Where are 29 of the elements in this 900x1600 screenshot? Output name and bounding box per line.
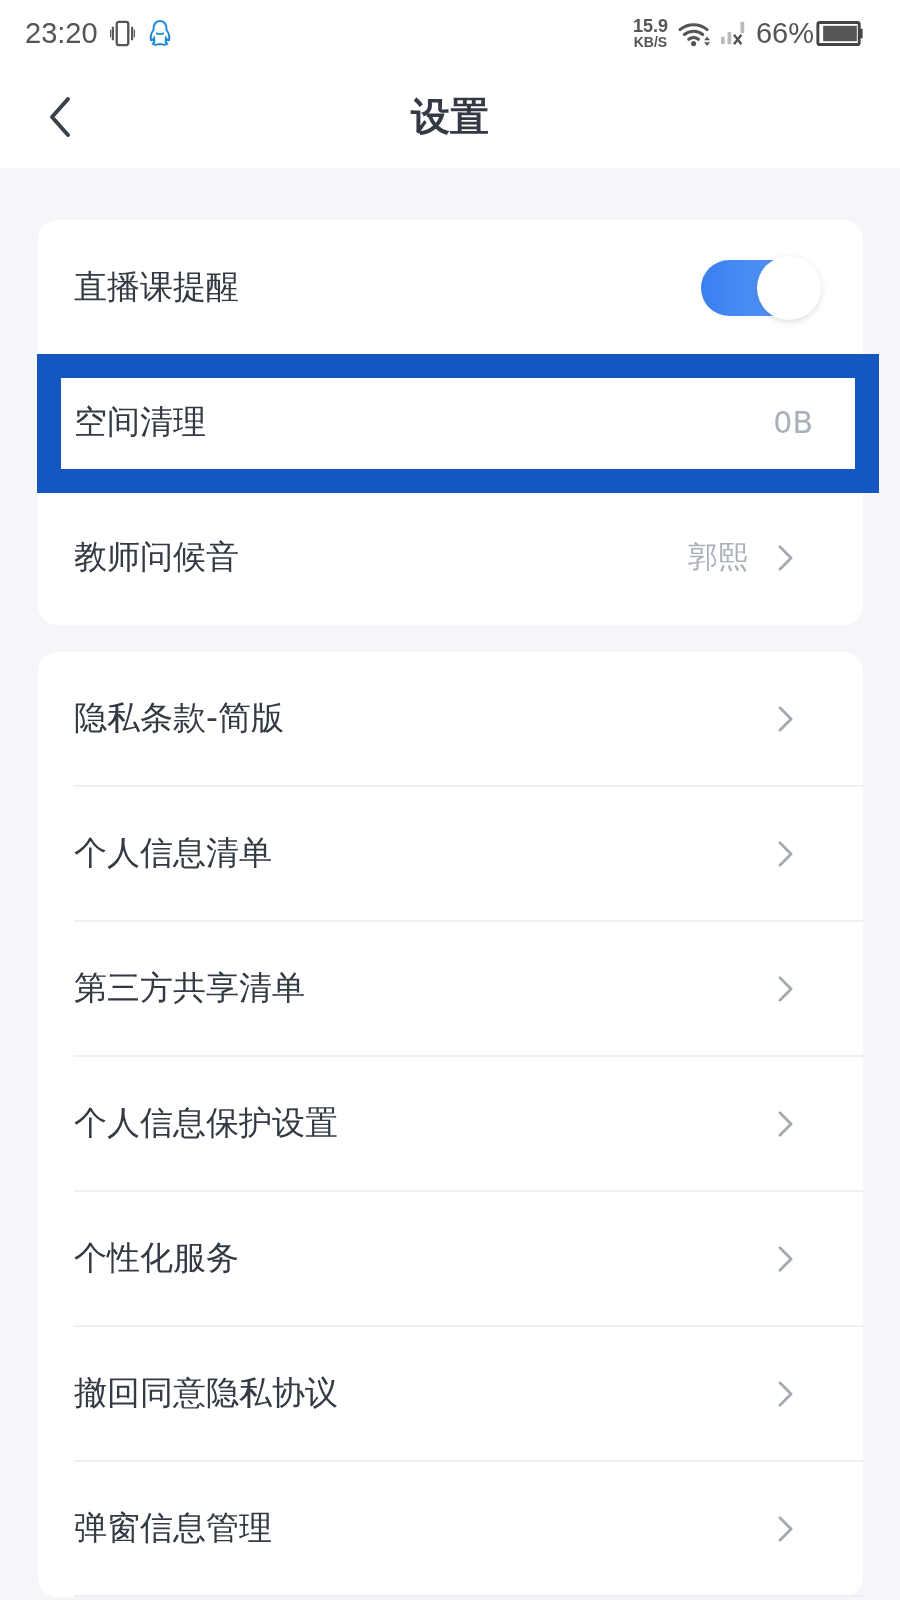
chevron-right-icon[interactable] <box>778 975 793 1002</box>
battery-icon <box>816 20 863 46</box>
setting-label: 撤回同意隐私协议 <box>74 1372 338 1414</box>
setting-value: 0B <box>773 405 813 440</box>
setting-label: 个人信息清单 <box>74 832 272 874</box>
chevron-right-icon[interactable] <box>778 1110 793 1137</box>
setting-label: 个人信息保护设置 <box>74 1102 338 1144</box>
status-time: 23:20 <box>25 16 98 50</box>
setting-label: 个性化服务 <box>74 1237 239 1279</box>
vibrate-icon <box>109 19 135 47</box>
chevron-right-icon[interactable] <box>778 1515 793 1542</box>
chevron-right-icon[interactable] <box>778 840 793 867</box>
page-title: 设置 <box>411 93 489 141</box>
setting-label: 教师问候音 <box>74 536 239 578</box>
back-icon <box>48 96 72 138</box>
chevron-right-icon[interactable] <box>778 544 793 571</box>
penguin-icon <box>147 19 172 47</box>
network-speed: 15.9 <box>632 17 668 35</box>
chevron-right-icon[interactable] <box>778 705 793 732</box>
setting-label: 直播课提醒 <box>74 266 239 308</box>
setting-label: 第三方共享清单 <box>74 967 305 1009</box>
battery-percent: 66% <box>755 16 814 50</box>
setting-label: 弹窗信息管理 <box>74 1507 272 1549</box>
setting-value: 郭熙 <box>688 538 748 576</box>
network-speed-unit: KB/S <box>633 35 668 49</box>
setting-label: 隐私条款-简版 <box>74 697 284 739</box>
chevron-right-icon[interactable] <box>778 1245 793 1272</box>
setting-label: 空间清理 <box>74 401 206 443</box>
chevron-right-icon[interactable] <box>778 1380 793 1407</box>
